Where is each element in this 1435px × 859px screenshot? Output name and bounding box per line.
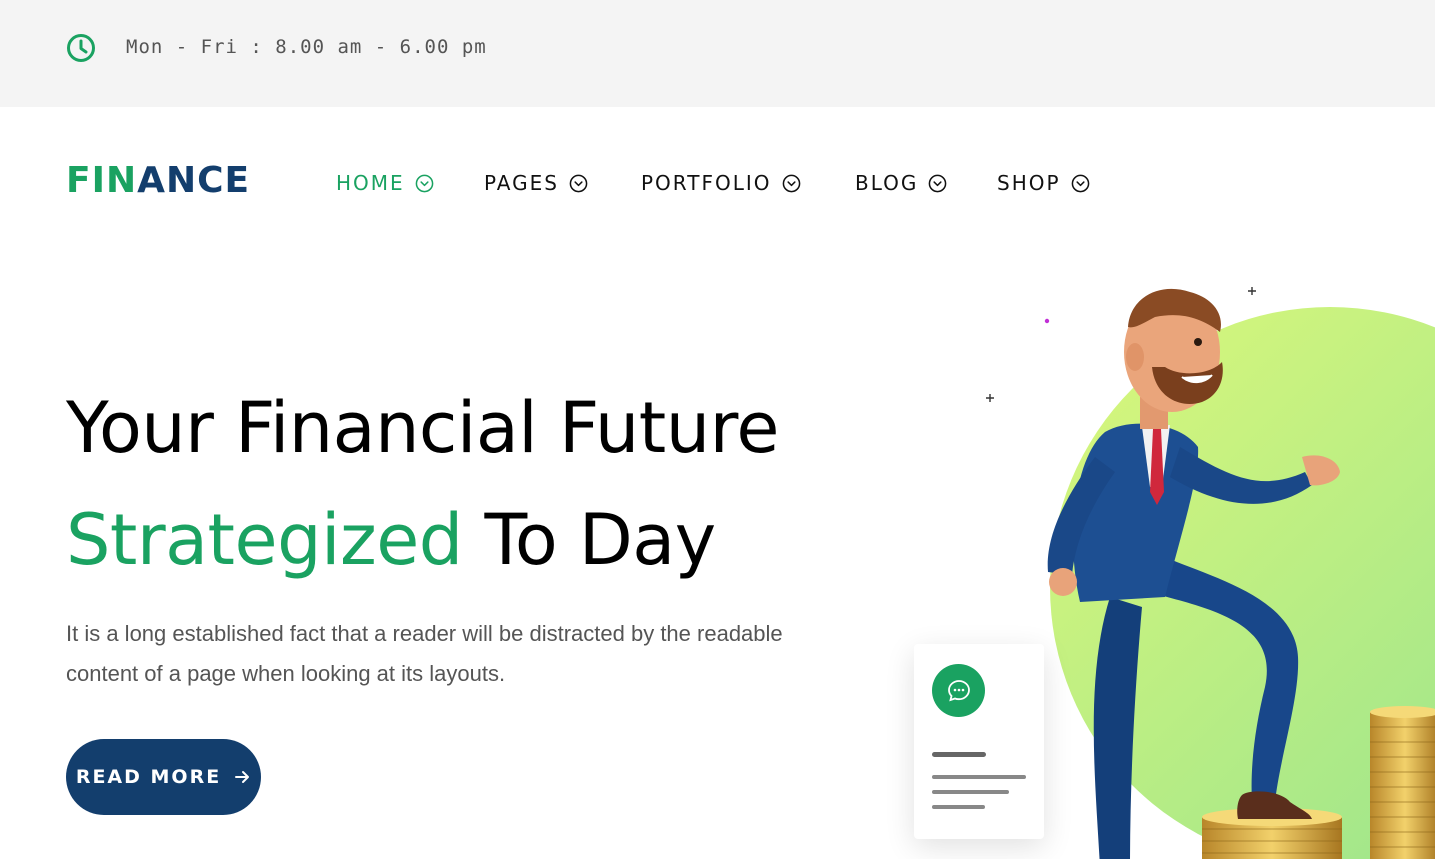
- card-line: [932, 790, 1009, 794]
- clock-icon: [67, 34, 95, 62]
- nav-item-shop[interactable]: SHOP: [997, 169, 1090, 197]
- sparkle-dot: [1044, 318, 1050, 324]
- card-line: [932, 775, 1026, 779]
- read-more-label: READ MORE: [75, 766, 222, 788]
- chevron-down-circle-icon: [415, 174, 434, 192]
- nav-item-pages[interactable]: PAGES: [484, 169, 588, 197]
- read-more-button[interactable]: READ MORE: [66, 739, 261, 815]
- logo-part-green: FIN: [66, 160, 138, 201]
- nav-label: SHOP: [997, 171, 1061, 195]
- nav-item-portfolio[interactable]: PORTFOLIO: [641, 169, 801, 197]
- chevron-down-circle-icon: [929, 174, 947, 192]
- card-line: [932, 805, 985, 809]
- site-logo[interactable]: FINANCE: [66, 161, 250, 201]
- site-header: FINANCE HOME PAGES PORTFOLIO BLOG SHOP: [0, 107, 1435, 257]
- sparkle-icon: [1248, 287, 1256, 295]
- card-line: [932, 752, 986, 757]
- chat-bubble-icon[interactable]: [932, 664, 985, 717]
- hero-title-rest: To Day: [462, 499, 716, 581]
- nav-item-blog[interactable]: BLOG: [855, 169, 947, 197]
- arrow-right-icon: [235, 771, 250, 783]
- chevron-down-circle-icon: [1071, 174, 1089, 192]
- hero-title-highlight: Strategized: [66, 499, 463, 581]
- nav-item-home[interactable]: HOME: [336, 169, 434, 197]
- chevron-down-circle-icon: [569, 174, 588, 192]
- hero-title-line-2: Strategized To Day: [66, 500, 716, 580]
- nav-label: HOME: [336, 171, 405, 195]
- top-info-bar: Mon - Fri : 8.00 am - 6.00 pm: [0, 0, 1435, 107]
- hero-title-line-1: Your Financial Future: [66, 387, 779, 469]
- nav-label: PAGES: [484, 171, 559, 195]
- chat-card: [914, 644, 1044, 839]
- business-hours: Mon - Fri : 8.00 am - 6.00 pm: [126, 36, 487, 58]
- coin-stack-right: [1370, 706, 1435, 859]
- hero-description: It is a long established fact that a rea…: [66, 621, 783, 686]
- nav-label: BLOG: [855, 171, 919, 195]
- chevron-down-circle-icon: [782, 174, 800, 192]
- logo-part-navy: ANCE: [137, 160, 251, 201]
- sparkle-icon: [986, 394, 994, 402]
- nav-label: PORTFOLIO: [641, 171, 772, 195]
